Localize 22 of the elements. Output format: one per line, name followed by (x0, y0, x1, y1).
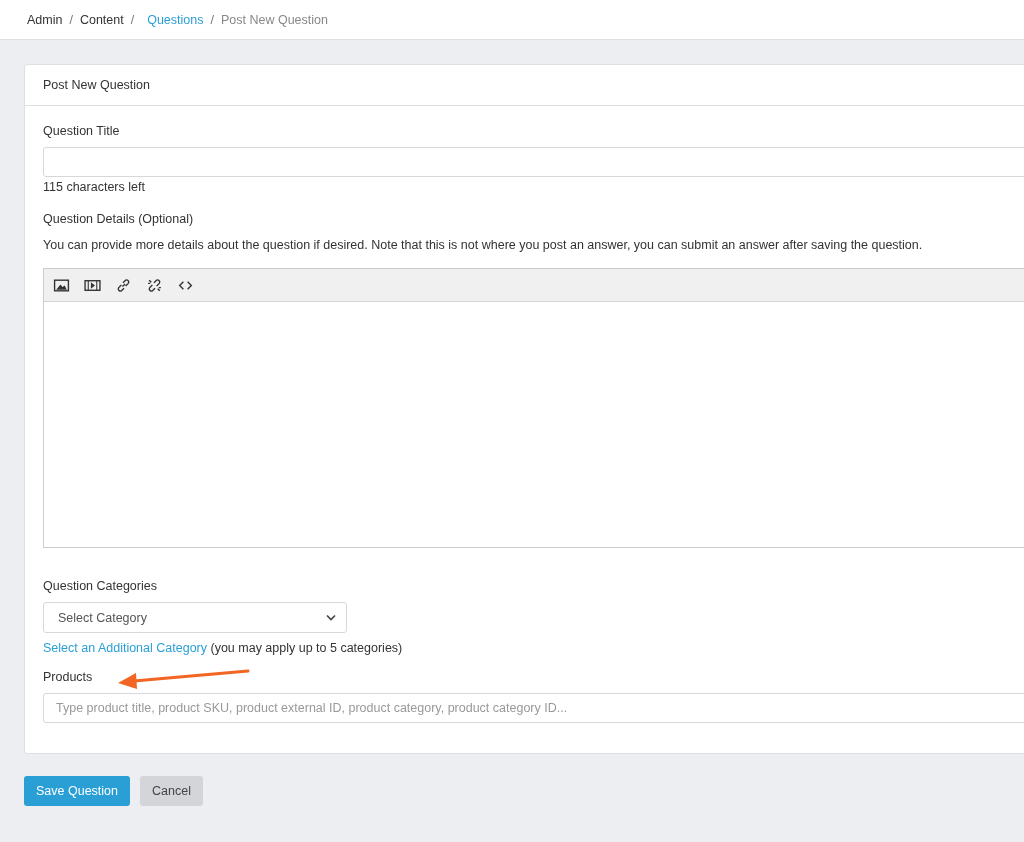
help-text: Select an Additional Category (you may apply up to 5 categories) (43, 641, 404, 655)
breadcrumb-separator: / (210, 12, 214, 27)
chevron-down-icon (326, 614, 336, 621)
help-text: You can provide more details about the question if desired. Note that this is not where you post an answer, you can submit an answer after saving the question. (43, 238, 924, 252)
field-label: Question Details (Optional) (43, 212, 195, 226)
field-label: Products (43, 670, 94, 684)
field-label: Question Title (43, 124, 121, 138)
title-field[interactable] (43, 147, 1024, 177)
breadcrumb-item[interactable]: Admin (27, 12, 63, 27)
image-icon[interactable] (53, 276, 70, 294)
field-label: Question Categories (43, 579, 158, 593)
category-select[interactable]: Select Category (43, 602, 347, 633)
breadcrumb-separator: / (69, 12, 73, 27)
products-field[interactable]: Type product title, product SKU, product external ID, product category, product category ID... (43, 693, 1024, 723)
link-icon[interactable] (115, 276, 132, 294)
breadcrumb-item[interactable]: Content (79, 12, 124, 27)
card-title: Post New Question (43, 78, 150, 92)
unlink-icon[interactable] (146, 276, 163, 294)
cancel-button[interactable]: Cancel (140, 776, 203, 806)
character-counter: 115 characters left (43, 180, 146, 194)
breadcrumb-current: Post New Question (220, 12, 328, 27)
breadcrumb-separator: / (130, 12, 135, 27)
